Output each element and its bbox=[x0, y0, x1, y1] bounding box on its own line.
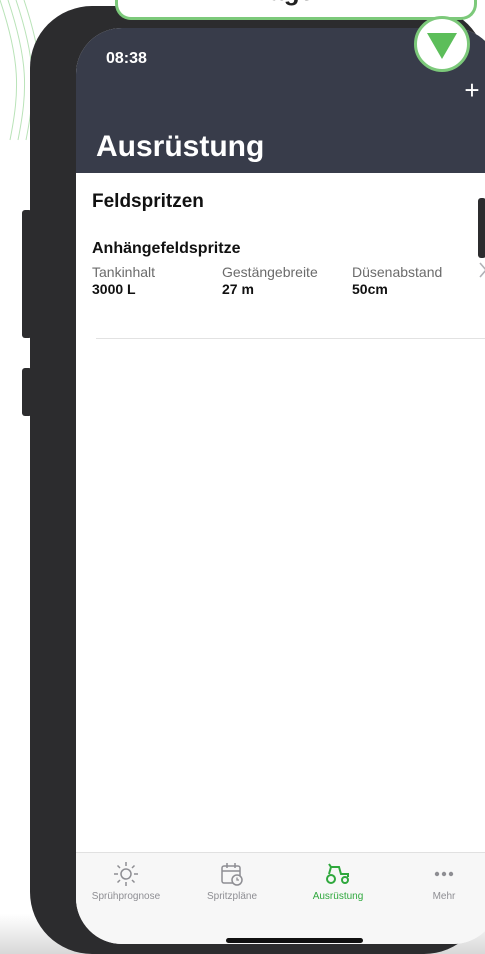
home-indicator bbox=[226, 938, 363, 943]
field-label: Düsenabstand bbox=[352, 264, 443, 280]
tab-label: Sprühprognose bbox=[91, 891, 161, 902]
field-label: Gestängebreite bbox=[222, 264, 318, 280]
field-value: 3000 L bbox=[92, 281, 136, 297]
tab-label: Ausrüstung bbox=[312, 891, 364, 902]
banner-text: lagen bbox=[118, 0, 474, 7]
sun-icon bbox=[114, 862, 138, 886]
power-button bbox=[478, 198, 485, 258]
field-label: Tankinhalt bbox=[92, 264, 156, 280]
more-dots-icon bbox=[434, 871, 454, 877]
tab-spruehprognose[interactable]: Sprühprognose bbox=[76, 861, 176, 902]
field-nozzle-spacing: Düsenabstand 50cm bbox=[352, 264, 442, 297]
field-value: 50cm bbox=[352, 281, 388, 297]
scroll-down-indicator[interactable] bbox=[414, 16, 470, 72]
divider bbox=[96, 338, 485, 339]
field-boom-width: Gestängebreite 27 m bbox=[222, 264, 318, 297]
equipment-name: Anhängefeldspritze bbox=[92, 240, 241, 257]
tab-spritzplaene[interactable]: Spritzpläne bbox=[182, 861, 282, 902]
status-time: 08:38 bbox=[106, 50, 147, 67]
phone-frame: 08:38 ···· + Ausrüstung Feldspritzen Anh… bbox=[30, 6, 485, 954]
chevron-right-icon bbox=[479, 262, 485, 278]
page-title: Ausrüstung bbox=[96, 130, 265, 163]
section-title: Feldspritzen bbox=[92, 191, 204, 212]
volume-button bbox=[22, 210, 32, 338]
field-value: 27 m bbox=[222, 281, 254, 297]
calendar-clock-icon bbox=[221, 863, 243, 886]
list-item[interactable]: Anhängefeldspritze Tankinhalt 3000 L Ges… bbox=[76, 236, 485, 340]
top-banner: lagen bbox=[115, 0, 477, 20]
field-tank: Tankinhalt 3000 L bbox=[92, 264, 155, 297]
add-button[interactable]: + bbox=[460, 77, 484, 103]
tab-label: Mehr bbox=[432, 891, 456, 902]
tractor-icon bbox=[326, 863, 349, 884]
triangle-down-icon bbox=[427, 33, 457, 59]
tab-bar: Sprühprognose Spritzpläne Ausrüstung Meh… bbox=[76, 852, 485, 944]
tab-ausruestung[interactable]: Ausrüstung bbox=[288, 861, 388, 902]
tab-mehr[interactable]: Mehr bbox=[394, 861, 485, 902]
app-screen: 08:38 ···· + Ausrüstung Feldspritzen Anh… bbox=[76, 28, 485, 944]
volume-button bbox=[22, 368, 32, 416]
tab-label: Spritzpläne bbox=[206, 891, 258, 902]
